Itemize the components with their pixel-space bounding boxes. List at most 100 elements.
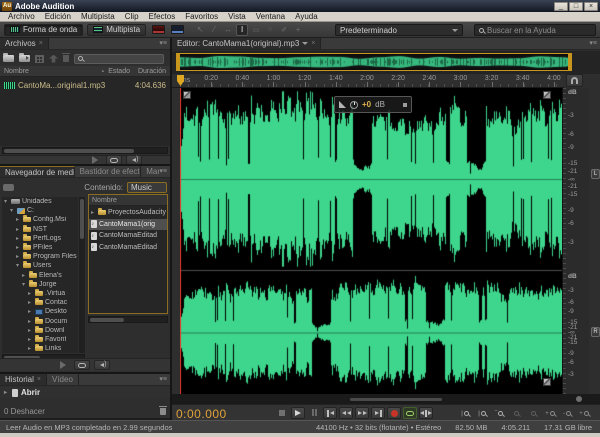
col-estado[interactable]: Estado: [108, 68, 130, 75]
tree-item-0[interactable]: ▾Unidades: [2, 197, 78, 206]
new-content-icon[interactable]: [35, 55, 44, 63]
menu-item-2[interactable]: Multipista: [76, 12, 120, 21]
panel-divider[interactable]: [170, 38, 172, 420]
tree-item-12[interactable]: ▸Deskto: [2, 307, 78, 316]
disclosure-icon[interactable]: ▸: [28, 327, 33, 334]
disclosure-icon[interactable]: ▸: [16, 216, 21, 223]
disclosure-icon[interactable]: ▾: [10, 207, 15, 214]
fast-forward-button[interactable]: [355, 407, 369, 419]
tree-item-5[interactable]: ▸PFiles: [2, 243, 78, 252]
disclosure-icon[interactable]: ▸: [16, 226, 21, 233]
skip-selection-button[interactable]: [419, 407, 433, 419]
pin-icon[interactable]: [403, 103, 407, 107]
close-icon[interactable]: ×: [39, 40, 43, 47]
zoom-in-amplitude-button[interactable]: +: [543, 408, 557, 419]
timeline-ruler[interactable]: hms 0:200:401:001:201:402:002:202:403:00…: [172, 74, 564, 88]
gain-hud[interactable]: +0 dB: [334, 96, 412, 113]
zoom-selection-button[interactable]: ‾: [492, 408, 506, 419]
file-list[interactable]: CantoMa...original1.mp3 4:04.636: [0, 77, 170, 146]
disclosure-icon[interactable]: ▸: [28, 336, 33, 343]
skip-to-end-button[interactable]: [371, 407, 385, 419]
tree-item-2[interactable]: ▸Config.Msi: [2, 215, 78, 224]
drive-icon[interactable]: [3, 184, 14, 191]
tree-item-6[interactable]: ▸Program Files: [2, 252, 78, 261]
tab-navegador-de-medios[interactable]: Navegador de medios: [0, 166, 75, 177]
panel-menu-icon[interactable]: [159, 166, 170, 177]
disclosure-icon[interactable]: ▾: [16, 262, 21, 269]
tab-archivos[interactable]: Archivos ×: [0, 38, 49, 49]
trash-icon[interactable]: [160, 408, 166, 415]
menu-item-8[interactable]: Ayuda: [290, 12, 323, 21]
range-handle-right[interactable]: [568, 54, 571, 70]
contents-dropdown[interactable]: Music: [127, 182, 167, 193]
tree-item-16[interactable]: ▸Links: [2, 344, 78, 353]
tab-historial[interactable]: Historial ×: [0, 374, 47, 385]
disclosure-icon[interactable]: ▾: [4, 198, 9, 205]
close-button[interactable]: ×: [584, 2, 598, 11]
tree-item-10[interactable]: ▸.Virtua: [2, 289, 78, 298]
list-header[interactable]: Nombre: [89, 195, 167, 206]
list-item-1[interactable]: CantoMama1(orig: [89, 219, 167, 230]
list-item-2[interactable]: CantoMamaEditad: [89, 230, 167, 241]
tree-item-15[interactable]: ▸Favorit: [2, 335, 78, 344]
tree-item-4[interactable]: ▸PerfLogs: [2, 234, 78, 243]
col-nombre[interactable]: Nombre: [4, 68, 29, 75]
close-icon[interactable]: ×: [37, 376, 41, 383]
spot-healing-tool-icon[interactable]: [292, 24, 304, 36]
time-display[interactable]: 0:00.000: [176, 407, 227, 421]
tree-vscrollbar[interactable]: [79, 197, 85, 353]
record-button[interactable]: [387, 407, 401, 419]
disclosure-icon[interactable]: ▸: [28, 299, 33, 306]
marquee-selection-tool-icon[interactable]: [250, 24, 262, 36]
files-column-header[interactable]: Nombre ▴ Estado Duración: [0, 66, 170, 77]
waveform-view-button[interactable]: Forma de onda: [4, 24, 83, 36]
tree-item-7[interactable]: ▾Users: [2, 261, 78, 270]
minimize-button[interactable]: _: [554, 2, 568, 11]
range-handle-left[interactable]: [177, 54, 180, 70]
zoom-out-full-button[interactable]: [509, 408, 523, 419]
menu-item-7[interactable]: Ventana: [251, 12, 290, 21]
col-duracion[interactable]: Duración: [138, 68, 166, 75]
snap-button[interactable]: [566, 74, 583, 87]
slip-tool-icon[interactable]: [222, 24, 234, 36]
workspace-dropdown[interactable]: Predeterminado: [335, 24, 463, 36]
rewind-button[interactable]: [339, 407, 353, 419]
tab-marcadores[interactable]: Mar: [141, 166, 159, 177]
time-selection-tool-icon[interactable]: [236, 24, 248, 36]
save-icon[interactable]: [49, 55, 58, 63]
amplitude-ruler[interactable]: dB-3-3-6-6-9-9-15-15-21-21-∞dB-3-3-6-6-9…: [562, 88, 589, 394]
tree-item-1[interactable]: ▾C:: [2, 206, 78, 215]
pause-button[interactable]: [307, 407, 321, 419]
zoom-out-amplitude-button[interactable]: -: [560, 408, 574, 419]
channel-right-button[interactable]: R: [591, 327, 600, 337]
corner-handle-top-left[interactable]: [183, 91, 191, 99]
channel-left-button[interactable]: L: [591, 169, 600, 179]
disclosure-icon[interactable]: ▸: [28, 318, 33, 325]
corner-handle-bottom-right[interactable]: [543, 378, 551, 386]
maximize-button[interactable]: □: [569, 2, 583, 11]
spectral-pitch-display-icon[interactable]: [171, 25, 184, 34]
disclosure-icon[interactable]: ▸: [22, 272, 27, 279]
zoom-in-time-button[interactable]: +: [577, 408, 591, 419]
tab-editor[interactable]: Editor: CantoMama1(original).mp3 ×: [172, 38, 321, 49]
multitrack-view-button[interactable]: Multipista: [87, 24, 146, 36]
tab-bastidor-de-efectos[interactable]: Bastidor de efectos: [75, 166, 142, 177]
loop-playback-button[interactable]: [403, 407, 417, 419]
zoom-knob[interactable]: [576, 396, 582, 402]
menu-item-5[interactable]: Favoritos: [180, 12, 223, 21]
file-row[interactable]: CantoMa...original1.mp3 4:04.636: [0, 79, 170, 91]
hscroll-thumb[interactable]: [350, 398, 442, 401]
tree-item-13[interactable]: ▸Docum: [2, 317, 78, 326]
media-contents-list[interactable]: Nombre ▸ProyectosAudacityCantoMama1(orig…: [88, 194, 168, 314]
list-item-0[interactable]: ▸ProyectosAudacity: [89, 207, 167, 218]
disclosure-icon[interactable]: ▸: [28, 345, 33, 352]
razor-tool-icon[interactable]: [208, 24, 220, 36]
play-icon[interactable]: [92, 156, 102, 164]
tree-item-11[interactable]: ▸Contac: [2, 298, 78, 307]
title-bar[interactable]: Au Adobe Audition _ □ ×: [0, 0, 600, 12]
disclosure-icon[interactable]: ▸: [91, 209, 96, 216]
tab-video[interactable]: Vídeo: [47, 374, 79, 385]
search-input[interactable]: [487, 26, 591, 35]
panel-divider[interactable]: [0, 164, 170, 166]
panel-menu-icon[interactable]: [159, 38, 170, 49]
